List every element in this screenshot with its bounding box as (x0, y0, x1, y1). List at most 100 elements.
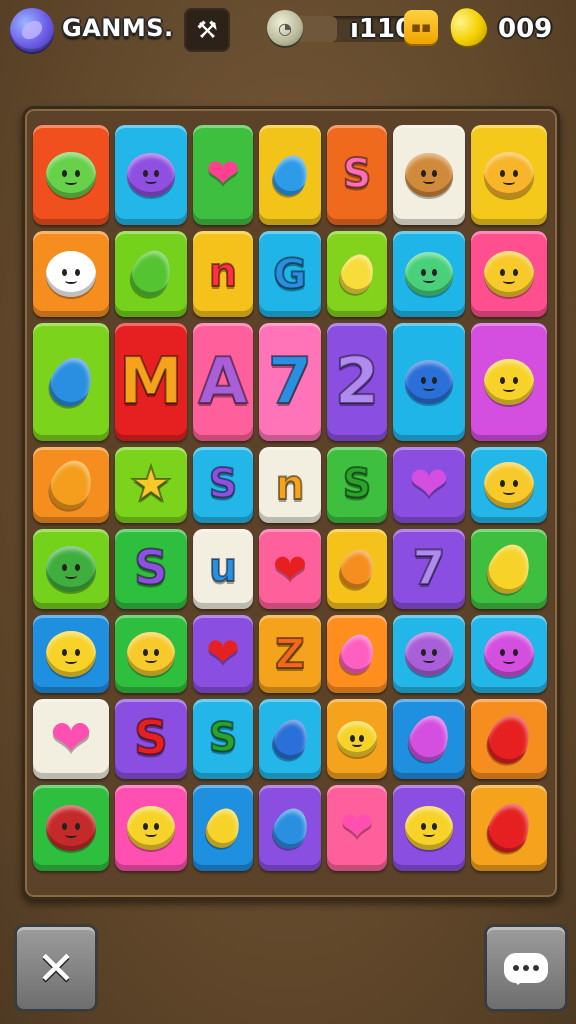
tile-r1-c5[interactable]: S (327, 125, 387, 225)
score-value: 009 (498, 14, 553, 44)
tile-r6-c6[interactable] (393, 615, 465, 693)
tile-r7-c4[interactable] (259, 699, 321, 779)
tile-r8-c7[interactable] (471, 785, 547, 871)
tile-r2-c6[interactable] (393, 231, 465, 317)
tile-letter: M (118, 345, 184, 419)
tile-letter: G (272, 249, 308, 298)
tile-letter: S (342, 151, 373, 198)
tile-r2-c7[interactable] (471, 231, 547, 317)
tile-r1-c4[interactable] (259, 125, 321, 225)
tile-letter: S (208, 715, 239, 762)
tile-r4-c1[interactable] (33, 447, 109, 523)
fruit-candy-icon (267, 150, 313, 200)
creature-candy-icon (484, 359, 534, 405)
tile-letter: S (342, 461, 373, 508)
creature-candy-icon (46, 631, 96, 677)
tile-r1-c3[interactable]: ❤ (193, 125, 253, 225)
creature-candy-icon (337, 720, 377, 758)
tile-r5-c7[interactable] (471, 529, 547, 609)
pickaxe-icon[interactable]: ⚒ (184, 8, 230, 52)
close-x-icon: ✕ (36, 941, 76, 995)
creature-candy-icon (46, 251, 96, 297)
tile-r6-c5[interactable] (327, 615, 387, 693)
creature-candy-icon (127, 632, 175, 676)
tile-r2-c1[interactable] (33, 231, 109, 317)
tile-r3-c7[interactable] (471, 323, 547, 441)
creature-candy-icon (46, 546, 96, 592)
tile-r3-c4[interactable]: 7 (259, 323, 321, 441)
tile-letter: 7 (267, 345, 314, 419)
tile-r4-c5[interactable]: S (327, 447, 387, 523)
creature-candy-icon (484, 462, 534, 508)
tile-r1-c6[interactable] (393, 125, 465, 225)
heart-candy-icon: ❤ (272, 544, 308, 593)
tile-r7-c1[interactable]: ❤ (33, 699, 109, 779)
tile-letter: A (197, 345, 249, 419)
tile-r5-c2[interactable]: S (115, 529, 187, 609)
tile-r8-c6[interactable] (393, 785, 465, 871)
fruit-candy-icon (43, 454, 99, 516)
tile-r2-c2[interactable] (115, 231, 187, 317)
fruit-candy-icon (335, 544, 379, 594)
creature-candy-icon (46, 152, 96, 198)
heart-candy-icon: ❤ (50, 709, 92, 768)
smiley-face-icon: ▪▪ (404, 10, 438, 44)
chat-button[interactable] (484, 924, 568, 1012)
tile-r1-c1[interactable] (33, 125, 109, 225)
tile-letter: 2 (334, 345, 381, 419)
tile-r8-c5[interactable]: ❤ (327, 785, 387, 871)
tile-r4-c4[interactable]: n (259, 447, 321, 523)
tile-r8-c1[interactable] (33, 785, 109, 871)
tile-r6-c7[interactable] (471, 615, 547, 693)
tile-r8-c3[interactable] (193, 785, 253, 871)
tile-r4-c6[interactable]: ❤ (393, 447, 465, 523)
tile-letter: u (208, 545, 238, 592)
tile-r8-c2[interactable] (115, 785, 187, 871)
fruit-candy-icon (481, 538, 537, 600)
tile-r6-c3[interactable]: ❤ (193, 615, 253, 693)
tile-r7-c3[interactable]: S (193, 699, 253, 779)
tile-r5-c1[interactable] (33, 529, 109, 609)
tile-r3-c3[interactable]: A (193, 323, 253, 441)
tile-r7-c5[interactable] (327, 699, 387, 779)
tile-r2-c3[interactable]: n (193, 231, 253, 317)
tile-r4-c7[interactable] (471, 447, 547, 523)
tile-r6-c1[interactable] (33, 615, 109, 693)
tile-r8-c4[interactable] (259, 785, 321, 871)
tile-r7-c6[interactable] (393, 699, 465, 779)
heart-candy-icon: ❤ (340, 804, 374, 851)
creature-candy-icon (484, 152, 534, 198)
tile-r5-c5[interactable] (327, 529, 387, 609)
heart-candy-icon: ❤ (206, 151, 240, 198)
tile-r4-c2[interactable]: ★ (115, 447, 187, 523)
tile-letter: n (208, 250, 238, 297)
tile-r1-c2[interactable] (115, 125, 187, 225)
tile-r2-c4[interactable]: G (259, 231, 321, 317)
tile-r6-c4[interactable]: Z (259, 615, 321, 693)
heart-candy-icon: ❤ (409, 457, 449, 513)
creature-candy-icon (405, 153, 453, 197)
game-board: ❤ Sn G M A 7 2 ★ Sn S ❤ Su ❤ 7 ❤ Z ❤ S S ❤ (22, 106, 560, 900)
fruit-candy-icon (403, 710, 455, 768)
tile-r3-c5[interactable]: 2 (327, 323, 387, 441)
top-bar: GANMS. ⚒ ◔ ı110 ▪▪ 009 (0, 0, 576, 60)
fruit-candy-icon (481, 797, 537, 859)
tile-r6-c2[interactable] (115, 615, 187, 693)
game-logo-icon (10, 8, 54, 52)
creature-candy-icon (405, 632, 453, 676)
tile-r3-c1[interactable] (33, 323, 109, 441)
tile-r5-c4[interactable]: ❤ (259, 529, 321, 609)
tile-letter: Z (274, 629, 306, 678)
tile-r2-c5[interactable] (327, 231, 387, 317)
tile-r7-c2[interactable]: S (115, 699, 187, 779)
fruit-candy-icon (201, 803, 245, 853)
tile-r4-c3[interactable]: S (193, 447, 253, 523)
creature-candy-icon (127, 806, 175, 850)
tile-r5-c3[interactable]: u (193, 529, 253, 609)
tile-r1-c7[interactable] (471, 125, 547, 225)
tile-r3-c2[interactable]: M (115, 323, 187, 441)
tile-r7-c7[interactable] (471, 699, 547, 779)
back-button[interactable]: ✕ (14, 924, 98, 1012)
tile-r3-c6[interactable] (393, 323, 465, 441)
tile-r5-c6[interactable]: 7 (393, 529, 465, 609)
